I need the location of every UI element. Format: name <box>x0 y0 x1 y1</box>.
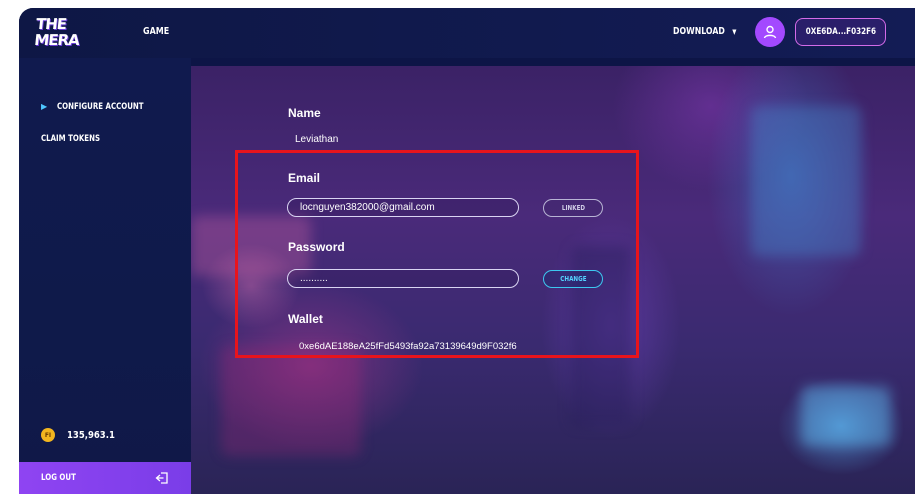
email-label: Email <box>288 171 321 185</box>
name-value: Leviathan <box>295 134 339 145</box>
wallet-value: 0xe6dAE188eA25fFd5493fa92a73139649d9F032… <box>299 341 517 352</box>
name-label: Name <box>288 106 321 120</box>
change-label: CHANGE <box>559 275 587 283</box>
app-window: THE MERA GAME DOWNLOAD ▼ 0XE6DA...F032F6… <box>19 8 915 494</box>
email-field[interactable]: locnguyen382000@gmail.com <box>287 198 519 217</box>
password-field[interactable]: .......... <box>287 269 519 288</box>
account-form: Name Leviathan Email locnguyen382000@gma… <box>19 8 915 494</box>
password-value: .......... <box>300 273 328 284</box>
change-password-button[interactable]: CHANGE <box>543 270 603 288</box>
email-value: locnguyen382000@gmail.com <box>300 202 435 213</box>
wallet-label: Wallet <box>288 312 323 326</box>
linked-button[interactable]: LINKED <box>543 199 603 217</box>
password-label: Password <box>288 240 345 254</box>
linked-label: LINKED <box>561 204 585 212</box>
